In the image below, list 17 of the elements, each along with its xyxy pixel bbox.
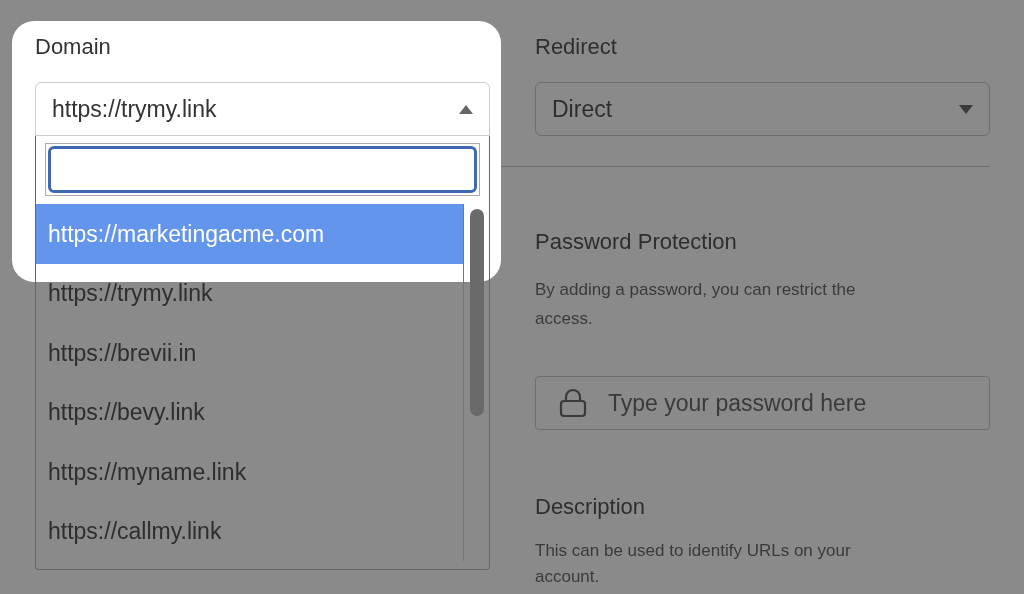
- dropdown-option[interactable]: https://brevii.in: [36, 323, 463, 383]
- lock-icon: [559, 388, 587, 418]
- domain-select[interactable]: https://trymy.link: [35, 82, 490, 136]
- section-description: This can be used to identify URLs on your account.: [535, 540, 852, 588]
- dropdown-option[interactable]: https://myname.link: [36, 442, 463, 502]
- field-label: Domain: [35, 33, 112, 61]
- dropdown-option[interactable]: https://bevy.link: [36, 382, 463, 442]
- field-label: Redirect: [535, 33, 618, 61]
- section-title: Password Protection: [535, 228, 738, 256]
- password-field[interactable]: Type your password here: [535, 376, 990, 430]
- section-title: Description: [535, 493, 647, 521]
- redirect-select[interactable]: Direct: [535, 82, 990, 136]
- section-description: By adding a password, you can restrict the access.: [535, 279, 857, 330]
- dropdown-option[interactable]: https://marketingacme.com: [36, 204, 463, 264]
- dropdown-option[interactable]: https://trymy.link: [36, 263, 463, 323]
- search-field[interactable]: [48, 146, 477, 193]
- dropdown-option[interactable]: https://callmy.link: [36, 501, 463, 561]
